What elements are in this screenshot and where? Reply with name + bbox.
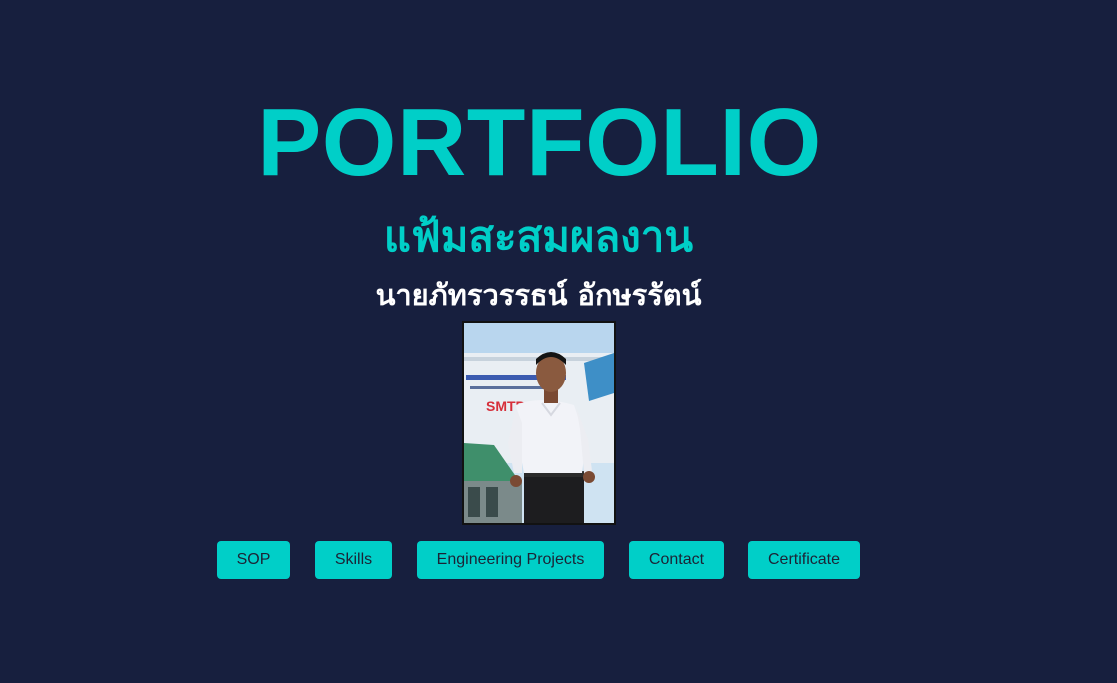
owner-name: นายภัทรวรรธน์ อักษรรัตน์ — [375, 278, 702, 312]
contact-button[interactable]: Contact — [629, 541, 724, 579]
skills-button[interactable]: Skills — [315, 541, 392, 579]
main-nav: SOP Skills Engineering Projects Contact … — [0, 541, 1117, 579]
sop-button[interactable]: SOP — [217, 541, 290, 579]
profile-photo: SMTP — [462, 321, 616, 525]
portfolio-page: PORTFOLIO แฟ้มสะสมผลงาน นายภัทรวรรธน์ อั… — [0, 0, 1117, 683]
page-title: PORTFOLIO — [257, 89, 822, 196]
page-subtitle: แฟ้มสะสมผลงาน — [383, 212, 694, 261]
engineering-projects-button[interactable]: Engineering Projects — [417, 541, 604, 579]
certificate-button[interactable]: Certificate — [748, 541, 860, 579]
